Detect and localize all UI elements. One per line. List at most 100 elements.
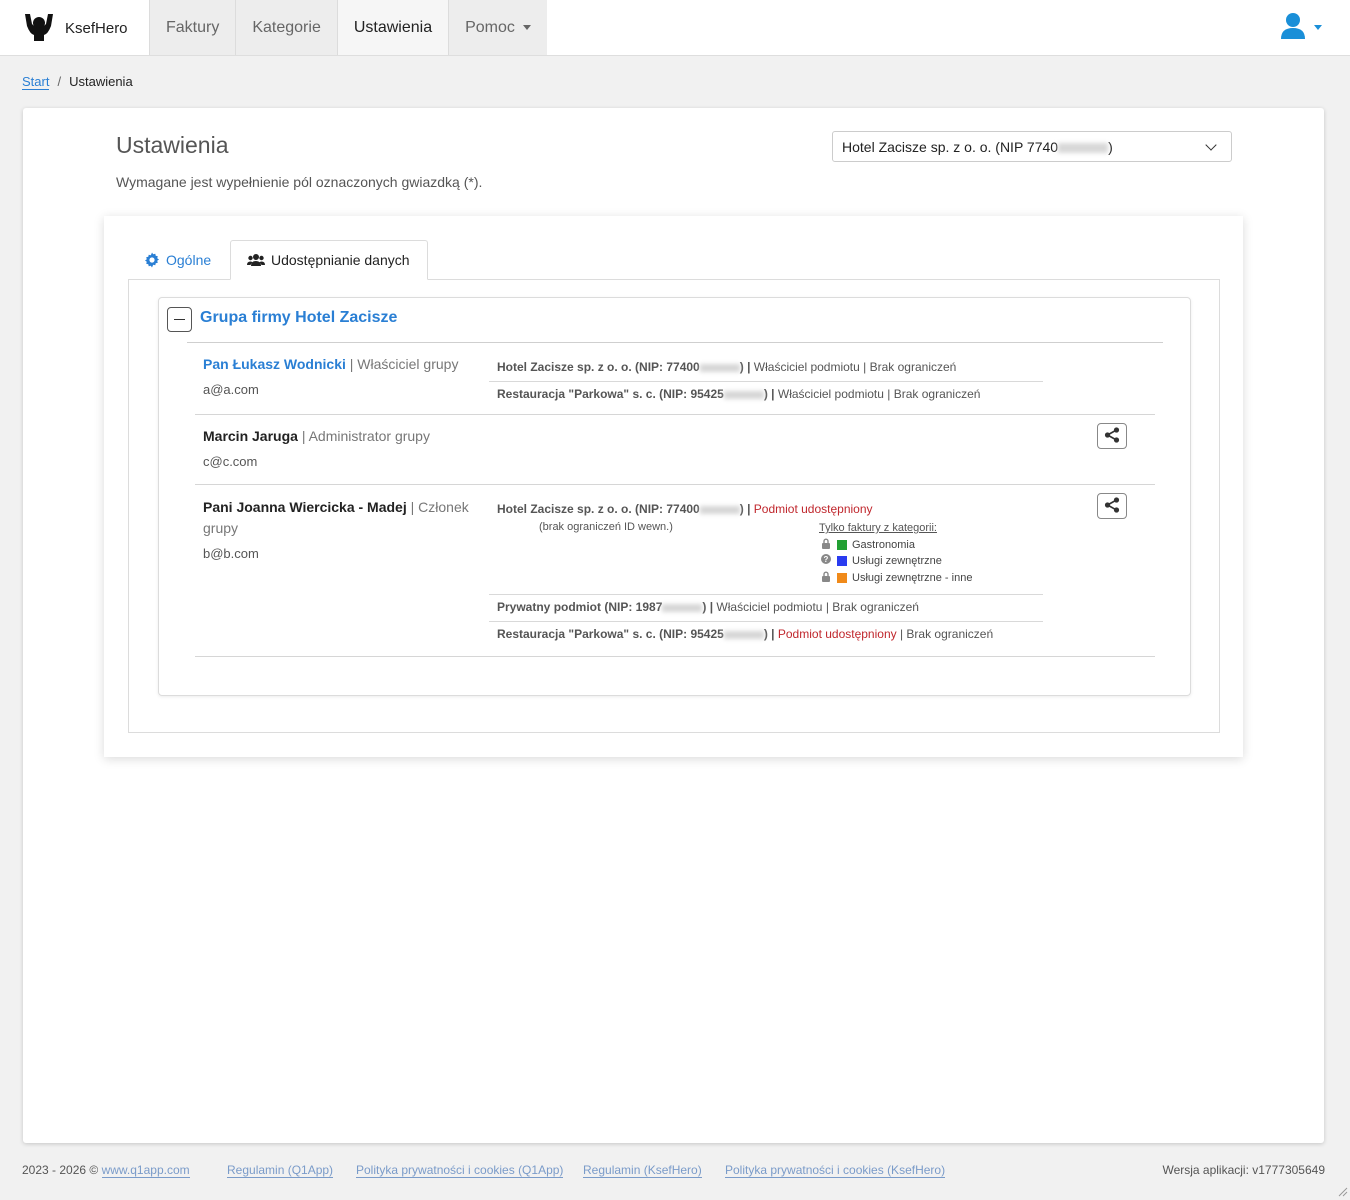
member-name-text: Marcin Jaruga [203, 428, 298, 444]
nav-label: Pomoc [465, 18, 515, 36]
entity-status: Podmiot udostępniony [777, 627, 897, 641]
settings-tabs-card: Ogólne Udostępnianie danych Grupa firmy … [104, 216, 1243, 757]
nav-item-pomoc[interactable]: Pomoc [448, 0, 547, 55]
breadcrumb: Start / Ustawienia [22, 74, 133, 90]
category-label: Usługi zewnętrzne [852, 554, 942, 567]
blurred-nip [699, 505, 740, 514]
site-link[interactable]: www.q1app.com [101, 1163, 190, 1178]
category-color-swatch [837, 555, 847, 566]
lock-icon [821, 571, 831, 585]
entity-row: Prywatny podmiot (NIP: 1987) | Właścicie… [489, 600, 1044, 614]
entity-separator: | [771, 627, 775, 641]
category-label: Usługi zewnętrzne - inne [852, 572, 973, 584]
entity-limit: | Brak ograniczeń [863, 360, 957, 374]
internal-id-note: (brak ograniczeń ID wewn.) [539, 521, 673, 533]
footer-link-terms-q1app[interactable]: Regulamin (Q1App) [227, 1163, 334, 1178]
share-button[interactable] [1097, 493, 1127, 519]
member-name: Marcin Jaruga | Administrator grupy [203, 426, 493, 447]
share-button[interactable] [1097, 423, 1127, 449]
users-icon [247, 253, 265, 267]
footer-link-terms-ksefhero[interactable]: Regulamin (KsefHero) [583, 1163, 702, 1178]
tab-data-sharing[interactable]: Udostępnianie danych [230, 240, 428, 280]
blurred-nip [1058, 143, 1109, 154]
nav-item-faktury[interactable]: Faktury [149, 0, 236, 55]
entity-name: Hotel Zacisze sp. z o. o. (NIP: 77400 [497, 502, 700, 516]
entity-close: ) [702, 600, 710, 614]
company-select[interactable]: Hotel Zacisze sp. z o. o. (NIP 7740) [832, 131, 1232, 162]
entity-status: Podmiot udostępniony [753, 502, 873, 516]
chevron-down-icon [522, 25, 531, 30]
entity-limit: | Brak ograniczeń [825, 600, 919, 614]
entity-row: Hotel Zacisze sp. z o. o. (NIP: 77400) |… [489, 502, 1044, 516]
divider [489, 621, 1043, 622]
entity-limit: | Brak ograniczeń [887, 387, 981, 401]
member-name-link[interactable]: Pan Łukasz Wodnicki [203, 356, 346, 372]
member-divider [195, 414, 1155, 415]
tab-general-label: Ogólne [166, 252, 212, 268]
footer-link-privacy-q1app[interactable]: Polityka prywatności i cookies (Q1App) [356, 1163, 564, 1178]
entity-row: Hotel Zacisze sp. z o. o. (NIP: 77400) |… [489, 360, 1044, 374]
entity-row: Restauracja "Parkowa" s. c. (NIP: 95425)… [489, 627, 1044, 641]
category-item: Gastronomia [821, 538, 915, 552]
blurred-nip [723, 390, 764, 399]
category-color-swatch [837, 573, 847, 583]
categories-header: Tylko faktury z kategorii: [819, 522, 937, 534]
divider [489, 381, 1043, 382]
member-name-text: Pani Joanna Wiercicka - Madej [203, 499, 407, 515]
share-icon [1104, 496, 1120, 516]
tab-data-sharing-label: Udostępnianie danych [271, 252, 410, 268]
entity-limit: | Brak ograniczeń [899, 627, 994, 641]
category-color-swatch [837, 540, 847, 550]
blurred-nip [699, 363, 740, 372]
lock-icon [821, 538, 831, 552]
divider [187, 342, 1163, 343]
nav-label: Ustawienia [353, 18, 433, 36]
nav-label: Faktury [166, 18, 220, 36]
divider [489, 594, 1043, 595]
nav-label: Kategorie [252, 18, 321, 36]
entity-status: Właściciel podmiotu [716, 600, 823, 614]
page-title: Ustawienia [116, 132, 229, 158]
entity-close: ) [739, 360, 748, 374]
entity-separator: | [771, 387, 775, 401]
category-label: Gastronomia [852, 539, 915, 551]
app-name: KsefHero [65, 20, 128, 37]
strongman-logo-icon [22, 12, 56, 45]
required-fields-note: Wymagane jest wypełnienie pól oznaczonyc… [116, 174, 483, 190]
member-name: Pan Łukasz Wodnicki | Właściciel grupy [203, 354, 493, 375]
footer-link-privacy-ksefhero[interactable]: Polityka prywatności i cookies (KsefHero… [725, 1163, 946, 1178]
entity-separator: | [747, 360, 751, 374]
entity-separator: | [747, 502, 751, 516]
category-item: Usługi zewnętrzne - inne [821, 571, 972, 585]
member-name: Pani Joanna Wiercicka - Madej | Członek … [203, 497, 493, 539]
copyright-text: 2023 - 2026 © [22, 1163, 99, 1177]
settings-card: Ustawienia Wymagane jest wypełnienie pól… [23, 108, 1324, 1143]
member-divider [195, 484, 1155, 485]
breadcrumb-start-link[interactable]: Start [22, 74, 50, 90]
user-menu[interactable] [1280, 12, 1322, 43]
resize-grip-icon[interactable] [1336, 1184, 1348, 1197]
entity-row: Restauracja "Parkowa" s. c. (NIP: 95425)… [489, 387, 1044, 401]
tab-general[interactable]: Ogólne [144, 240, 211, 280]
entity-name: Restauracja "Parkowa" s. c. (NIP: 95425 [497, 387, 724, 401]
entity-name: Hotel Zacisze sp. z o. o. (NIP: 77400 [497, 360, 700, 374]
share-icon [1104, 426, 1120, 446]
nav-item-kategorie[interactable]: Kategorie [235, 0, 337, 55]
app-version: Wersja aplikacji: v1777305649 [1162, 1163, 1325, 1177]
entity-close: ) [739, 502, 748, 516]
entity-name: Prywatny podmiot (NIP: 1987 [497, 600, 663, 614]
member-role: | Administrator grupy [301, 428, 430, 444]
entity-separator: | [709, 600, 714, 614]
category-item: ? Usługi zewnętrzne [821, 554, 942, 567]
copyright: 2023 - 2026 © www.q1app.com [22, 1163, 190, 1178]
company-select-value: Hotel Zacisze sp. z o. o. (NIP 7740 [842, 139, 1059, 155]
nav-item-ustawienia[interactable]: Ustawienia [336, 0, 449, 55]
chevron-down-icon [1314, 25, 1322, 30]
gear-icon [144, 252, 160, 268]
member-email: b@b.com [203, 546, 259, 561]
user-icon [1280, 12, 1306, 43]
brand[interactable]: KsefHero [22, 12, 128, 45]
member-email: a@a.com [203, 382, 259, 397]
member-divider [195, 656, 1155, 657]
collapse-button[interactable] [167, 307, 192, 332]
